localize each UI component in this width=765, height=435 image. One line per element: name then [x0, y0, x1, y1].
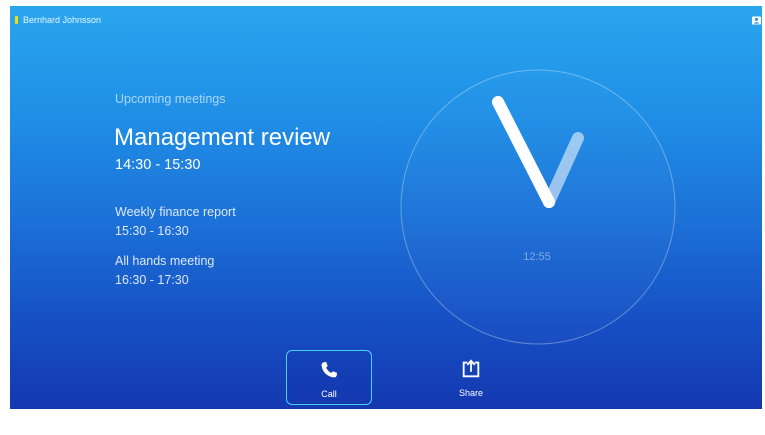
meeting-time: 15:30 - 16:30	[115, 224, 189, 238]
device-home-screen: Bernhard Johnsson Upcoming meetings Mana…	[10, 6, 762, 409]
featured-meeting-title[interactable]: Management review	[114, 124, 330, 152]
featured-meeting-time: 14:30 - 15:30	[115, 157, 201, 173]
call-button[interactable]: Call	[286, 350, 372, 405]
call-label: Call	[321, 389, 337, 399]
clock-face	[400, 69, 676, 345]
status-indicator	[15, 16, 18, 24]
share-button[interactable]: Share	[428, 350, 514, 405]
phone-icon	[321, 361, 338, 378]
contact-card-icon[interactable]	[752, 16, 761, 25]
meeting-item[interactable]: Weekly finance report 15:30 - 16:30	[115, 205, 236, 238]
share-label: Share	[458, 388, 484, 398]
upcoming-meetings-label: Upcoming meetings	[115, 92, 226, 106]
user-name: Bernhard Johnsson	[23, 15, 102, 25]
share-upload-icon	[462, 359, 480, 378]
analog-clock-icon	[400, 69, 676, 345]
meeting-time: 16:30 - 17:30	[115, 273, 189, 287]
meeting-item[interactable]: All hands meeting 16:30 - 17:30	[115, 254, 214, 287]
top-bar: Bernhard Johnsson	[10, 6, 762, 32]
digital-time: 12:55	[523, 251, 551, 263]
meeting-title: Weekly finance report	[115, 205, 236, 219]
clock-center	[543, 196, 555, 208]
meeting-title: All hands meeting	[115, 254, 215, 268]
